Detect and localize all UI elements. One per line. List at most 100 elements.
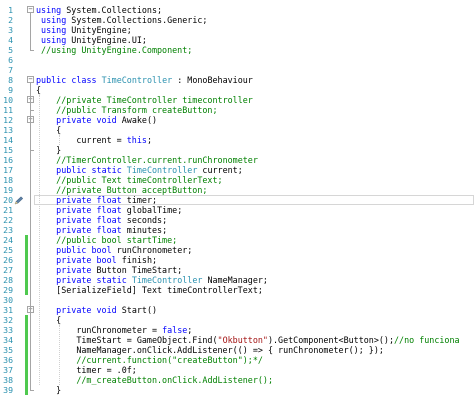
code-line[interactable]: 24 //public bool startTime;	[0, 235, 474, 245]
code-line[interactable]: 2 using System.Collections.Generic;	[0, 15, 474, 25]
code-token: public	[56, 165, 87, 175]
code-line[interactable]: 6	[0, 55, 474, 65]
code-line[interactable]: 25 public bool runChronometer;	[0, 245, 474, 255]
code-line[interactable]: 39 }	[0, 385, 474, 395]
code-line[interactable]: 7	[0, 65, 474, 75]
code-line[interactable]: 23 private float minutes;	[0, 225, 474, 235]
code-line[interactable]: 5 //using UnityEngine.Component;	[0, 45, 474, 55]
line-number: 7	[8, 65, 13, 75]
line-number: 5	[8, 45, 13, 55]
code-line[interactable]: 36 //current.function("createButton");*/	[0, 355, 474, 365]
code-text: //current.function("createButton");*/	[36, 355, 263, 365]
fold-region-end	[30, 390, 34, 391]
code-line[interactable]: 4 using UnityEngine.UI;	[0, 35, 474, 45]
code-token: //current.function("createButton");*/	[76, 355, 263, 365]
code-line[interactable]: 3 using UnityEngine;	[0, 25, 474, 35]
code-token: this	[126, 135, 147, 145]
code-line[interactable]: 21 private float globalTime;	[0, 205, 474, 215]
code-editor[interactable]: 1− using System.Collections; 2 using Syste…	[0, 0, 474, 401]
code-line[interactable]: 19 //private Button acceptButton;	[0, 185, 474, 195]
code-text: //private TimeController timecontroller	[36, 95, 253, 105]
code-token: private	[56, 115, 92, 125]
code-text: using System.Collections.Generic;	[36, 15, 207, 25]
code-token: public	[36, 75, 67, 85]
code-token: timer = .0f;	[36, 365, 137, 375]
code-token: NameManager;	[202, 275, 268, 285]
code-line[interactable]: 38 //m_createButton.onClick.AddListener(…	[0, 375, 474, 385]
code-line[interactable]: 31− private void Start()	[0, 305, 474, 315]
line-number: 26	[3, 255, 13, 265]
change-indicator	[25, 355, 28, 365]
line-number: 29	[3, 285, 13, 295]
code-token: current =	[36, 135, 127, 145]
line-number: 8	[8, 75, 13, 85]
code-line[interactable]: 18 //public Text timeControllerText;	[0, 175, 474, 185]
code-token: runChronometer;	[111, 245, 193, 255]
code-token: //public bool startTime;	[56, 235, 178, 245]
code-text: {	[36, 85, 41, 95]
code-token: //m_createButton.onClick.AddListener();	[76, 375, 273, 385]
code-text: //TimerController.current.runChronometer	[36, 155, 258, 165]
code-line[interactable]: 14 current = this;	[0, 135, 474, 145]
code-line[interactable]: 29 [SerializeField] Text timeControllerT…	[0, 285, 474, 295]
code-token: }	[36, 385, 62, 395]
code-line[interactable]: 20 private float timer;	[0, 195, 474, 205]
code-token: TimeController	[126, 165, 198, 175]
line-number: 28	[3, 275, 13, 285]
code-line[interactable]: 17 public static TimeController current;	[0, 165, 474, 175]
code-line[interactable]: 35 NameManager.onClick.AddListener(() =>…	[0, 345, 474, 355]
code-line[interactable]: 16 //TimerController.current.runChronome…	[0, 155, 474, 165]
code-token: class	[71, 75, 97, 85]
code-line[interactable]: 1 − using System.Collections;	[0, 5, 474, 15]
code-line[interactable]: 37 timer = .0f;	[0, 365, 474, 375]
change-indicator	[25, 345, 28, 355]
code-token: ;	[146, 135, 152, 145]
code-text: private float minutes;	[36, 225, 167, 235]
code-token: bool	[91, 245, 112, 255]
indent-guide	[39, 95, 40, 385]
change-indicator	[25, 245, 28, 255]
code-line[interactable]: 22 private float seconds;	[0, 215, 474, 225]
code-line[interactable]: 13 {	[0, 125, 474, 135]
code-line[interactable]: 11 //public Transform createButton;	[0, 105, 474, 115]
code-text: private Button TimeStart;	[36, 265, 182, 275]
line-number: 16	[3, 155, 13, 165]
collapse-icon[interactable]: −	[27, 76, 34, 83]
line-number: 31	[3, 305, 13, 315]
code-line[interactable]: 33 runChronometer = false;	[0, 325, 474, 335]
code-token: [SerializeField] Text timeControllerText…	[36, 285, 263, 295]
line-number: 17	[3, 165, 13, 175]
code-line[interactable]: 28 private static TimeController NameMan…	[0, 275, 474, 285]
code-token: float	[96, 195, 122, 205]
code-line[interactable]: 15 }	[0, 145, 474, 155]
code-token: using	[41, 35, 67, 45]
code-line[interactable]: 27 private Button TimeStart;	[0, 265, 474, 275]
code-line[interactable]: 32 {	[0, 315, 474, 325]
code-token: : MonoBehaviour	[172, 75, 253, 85]
code-line[interactable]: 12− private void Awake()	[0, 115, 474, 125]
code-token: TimeStart = GameObject.Find(	[36, 335, 218, 345]
code-line[interactable]: 26 private bool finish;	[0, 255, 474, 265]
code-line[interactable]: 9{	[0, 85, 474, 95]
fold-region-line	[30, 123, 31, 150]
indent-guide	[59, 135, 60, 145]
fold-region-line	[30, 313, 31, 390]
code-line[interactable]: 34 TimeStart = GameObject.Find("Okbutton…	[0, 335, 474, 345]
code-text: using UnityEngine.UI;	[36, 35, 147, 45]
line-number: 13	[3, 125, 13, 135]
code-token: UnityEngine;	[66, 25, 132, 35]
code-line[interactable]: 8 − public class TimeController : MonoBeha…	[0, 75, 474, 85]
code-token: //TimerController.current.runChronometer	[56, 155, 258, 165]
code-line[interactable]: 30	[0, 295, 474, 305]
change-indicator	[25, 285, 28, 295]
change-indicator	[25, 255, 28, 265]
code-line[interactable]: 10− //private TimeController timecontrol…	[0, 95, 474, 105]
code-token: Start()	[116, 305, 158, 315]
code-text: //m_createButton.onClick.AddListener();	[36, 375, 273, 385]
line-number: 35	[3, 345, 13, 355]
collapse-icon[interactable]: −	[27, 6, 34, 13]
code-token: void	[96, 305, 117, 315]
change-indicator	[25, 365, 28, 375]
line-number: 24	[3, 235, 13, 245]
